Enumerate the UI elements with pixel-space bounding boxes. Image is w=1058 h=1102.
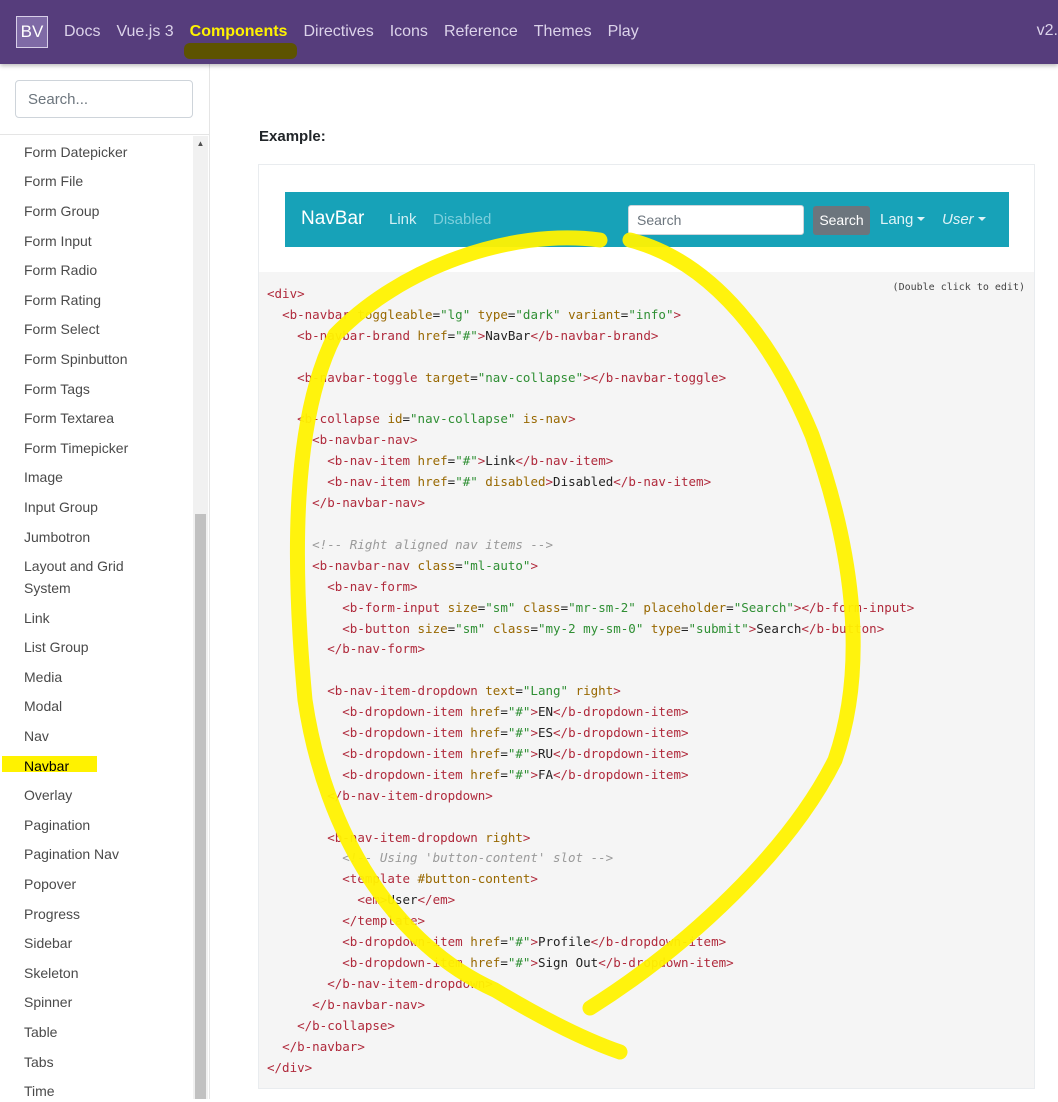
sidebar-item-form-tags[interactable]: Form Tags bbox=[24, 378, 90, 400]
sidebar-item-overlay[interactable]: Overlay bbox=[24, 784, 72, 806]
bootstrap-vue-logo[interactable]: BV bbox=[16, 16, 48, 48]
top-nav-links: Docs Vue.js 3 Components Directives Icon… bbox=[56, 0, 647, 64]
demo-lang-dropdown[interactable]: Lang bbox=[880, 211, 926, 228]
sidebar-item-popover[interactable]: Popover bbox=[24, 873, 76, 895]
sidebar-item-pagination-nav[interactable]: Pagination Nav bbox=[24, 843, 119, 865]
sidebar-item-tabs[interactable]: Tabs bbox=[24, 1051, 54, 1073]
sidebar-item-form-timepicker[interactable]: Form Timepicker bbox=[24, 437, 128, 459]
scrollbar-thumb[interactable] bbox=[195, 514, 206, 1099]
sidebar-search-area bbox=[0, 64, 209, 135]
sidebar-scrollbar[interactable]: ▲ bbox=[193, 136, 208, 1099]
sidebar-item-image[interactable]: Image bbox=[24, 466, 63, 488]
sidebar-item-form-datepicker[interactable]: Form Datepicker bbox=[24, 141, 127, 163]
sidebar-search-input[interactable] bbox=[15, 80, 193, 118]
lang-label: Lang bbox=[880, 211, 914, 228]
nav-link-icons[interactable]: Icons bbox=[382, 23, 436, 41]
example-heading: Example: bbox=[259, 128, 326, 145]
caret-down-icon bbox=[977, 217, 986, 221]
nav-link-reference[interactable]: Reference bbox=[436, 23, 526, 41]
version-dropdown[interactable]: v2. bbox=[1037, 22, 1058, 40]
sidebar-item-form-file[interactable]: Form File bbox=[24, 170, 83, 192]
sidebar-item-form-rating[interactable]: Form Rating bbox=[24, 289, 101, 311]
demo-navbar-brand[interactable]: NavBar bbox=[301, 208, 364, 230]
sidebar-item-spinner[interactable]: Spinner bbox=[24, 991, 72, 1013]
sidebar-item-form-group[interactable]: Form Group bbox=[24, 200, 99, 222]
sidebar-item-form-radio[interactable]: Form Radio bbox=[24, 259, 97, 281]
user-label: User bbox=[942, 211, 974, 228]
nav-link-components-label: Components bbox=[189, 23, 288, 40]
sidebar: Form Datepicker Form File Form Group For… bbox=[0, 64, 210, 1099]
sidebar-item-sidebar[interactable]: Sidebar bbox=[24, 932, 72, 954]
code-editor[interactable]: (Double click to edit) <div> <b-navbar t… bbox=[259, 272, 1034, 1088]
demo-nav-link[interactable]: Link bbox=[389, 211, 417, 228]
sidebar-item-form-textarea[interactable]: Form Textarea bbox=[24, 407, 114, 429]
top-navbar: BV Docs Vue.js 3 Components Directives I… bbox=[0, 0, 1058, 64]
nav-link-vue3[interactable]: Vue.js 3 bbox=[108, 23, 181, 41]
caret-down-icon bbox=[917, 217, 926, 221]
sidebar-item-list-group[interactable]: List Group bbox=[24, 636, 89, 658]
demo-user-dropdown[interactable]: User bbox=[942, 211, 986, 228]
demo-nav-disabled: Disabled bbox=[433, 211, 492, 228]
sidebar-item-layout-and-grid[interactable]: Layout and Grid bbox=[24, 555, 124, 577]
sidebar-item-link[interactable]: Link bbox=[24, 607, 50, 629]
scroll-up-arrow-icon[interactable]: ▲ bbox=[193, 136, 208, 151]
demo-search-button[interactable]: Search bbox=[813, 206, 870, 235]
code-block[interactable]: <div> <b-navbar toggleable="lg" type="da… bbox=[267, 284, 914, 1078]
sidebar-item-navbar[interactable]: Navbar bbox=[24, 755, 69, 777]
nav-link-play[interactable]: Play bbox=[600, 23, 647, 41]
demo-search-input[interactable]: Search bbox=[628, 205, 804, 235]
sidebar-item-modal[interactable]: Modal bbox=[24, 695, 62, 717]
nav-link-directives[interactable]: Directives bbox=[295, 23, 381, 41]
sidebar-item-form-input[interactable]: Form Input bbox=[24, 230, 92, 252]
sidebar-item-form-select[interactable]: Form Select bbox=[24, 318, 99, 340]
nav-link-themes[interactable]: Themes bbox=[526, 23, 600, 41]
sidebar-item-media[interactable]: Media bbox=[24, 666, 62, 688]
sidebar-item-form-spinbutton[interactable]: Form Spinbutton bbox=[24, 348, 128, 370]
sidebar-item-skeleton[interactable]: Skeleton bbox=[24, 962, 78, 984]
nav-link-docs[interactable]: Docs bbox=[56, 23, 108, 41]
sidebar-item-input-group[interactable]: Input Group bbox=[24, 496, 98, 518]
marker-highlight bbox=[183, 43, 298, 59]
sidebar-item-jumbotron[interactable]: Jumbotron bbox=[24, 526, 90, 548]
demo-navbar: NavBar Link Disabled Search Search Lang … bbox=[285, 192, 1009, 247]
sidebar-item-pagination[interactable]: Pagination bbox=[24, 814, 90, 836]
sidebar-item-table[interactable]: Table bbox=[24, 1021, 57, 1043]
sidebar-item-progress[interactable]: Progress bbox=[24, 903, 80, 925]
sidebar-item-layout-system[interactable]: System bbox=[24, 577, 71, 599]
sidebar-item-nav[interactable]: Nav bbox=[24, 725, 49, 747]
nav-link-components[interactable]: Components bbox=[182, 23, 298, 59]
